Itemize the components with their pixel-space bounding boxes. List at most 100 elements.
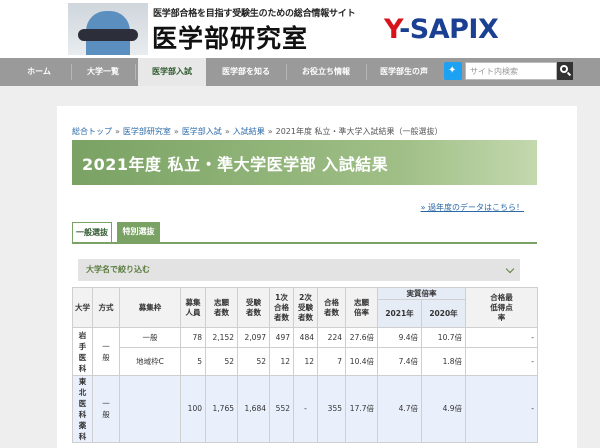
site-tagline: 医学部合格を目指す受験生のための総合情報サイト: [153, 9, 356, 19]
nav-item-student-voices[interactable]: 医学部生の声: [368, 58, 440, 86]
cell-second-examinees: 484: [293, 327, 318, 348]
cell-frame: [119, 375, 181, 443]
header-examinees-text: 受験者数: [246, 297, 261, 317]
cell-passers: 224: [317, 327, 346, 348]
search-button[interactable]: [557, 62, 573, 80]
cell-examinees: 2,097: [237, 327, 270, 348]
header-capacity: 募集人員: [180, 287, 206, 328]
cell-ratio-2020: 4.9倍: [421, 375, 466, 443]
header-passers-text: 合格者数: [324, 297, 339, 317]
header-min-score-text: 合格最低得点率: [490, 292, 513, 322]
nav-item-university-list[interactable]: 大学一覧: [72, 58, 134, 86]
cell-first-pass: 552: [269, 375, 294, 443]
cell-min-score: -: [465, 375, 538, 443]
header-year-2020: 2020年: [421, 299, 466, 328]
nav-item-about-med[interactable]: 医学部を知る: [210, 58, 282, 86]
header-year-2021: 2021年: [377, 299, 422, 328]
brand-prefix: Y: [384, 14, 400, 45]
cell-second-examinees: -: [293, 375, 318, 443]
cell-ratio-2020: 1.8倍: [421, 347, 466, 376]
cell-application-ratio: 27.6倍: [345, 327, 378, 348]
page-title: 2021年度 私立・準大学医学部 入試結果: [82, 155, 389, 174]
cell-ratio-2021: 4.7倍: [377, 375, 422, 443]
search-icon-handle: [566, 71, 572, 77]
past-data-link[interactable]: » 過年度のデータはこちら！: [421, 202, 524, 213]
cell-university: 東北医科薬科: [72, 375, 93, 443]
breadcrumb-link-lab[interactable]: 医学部研究室: [123, 127, 171, 136]
header-university: 大学: [72, 287, 93, 328]
hero-photo: [68, 3, 148, 55]
cell-ratio-2021: 7.4倍: [377, 347, 422, 376]
twitter-button[interactable]: ✦: [444, 62, 462, 80]
university-name: 東北医科薬科: [78, 377, 87, 441]
tab-general[interactable]: 一般選抜: [72, 222, 112, 243]
nav-divider: [135, 64, 136, 80]
cell-ratio-2020: 10.7倍: [421, 327, 466, 348]
header-applicants: 志願者数: [205, 287, 238, 328]
nav-item-admissions[interactable]: 医学部入試: [138, 58, 206, 86]
cell-capacity: 78: [180, 327, 206, 348]
breadcrumb-separator: »: [267, 127, 273, 136]
results-table: 大学 方式 募集枠 募集人員 志願者数 受験者数 1次合格者数 2次受験者数 合…: [72, 287, 538, 443]
table-row: 地域枠C 5 52 52 12 12 7 10.4倍 7.4倍 1.8倍 -: [73, 347, 538, 376]
header-quota-frame: 募集枠: [119, 287, 181, 328]
header-min-score: 合格最低得点率: [465, 287, 538, 328]
header-application-ratio-text: 志願倍率: [354, 297, 369, 317]
breadcrumb-link-results[interactable]: 入試結果: [233, 127, 265, 136]
university-name: 岩手医科: [78, 330, 87, 373]
site-header: 医学部合格を目指す受験生のための総合情報サイト 医学部研究室 Y-SAPIX: [0, 0, 600, 58]
cell-application-ratio: 10.4倍: [345, 347, 378, 376]
cell-frame: 一般: [119, 327, 181, 348]
brand-logo[interactable]: Y-SAPIX: [384, 14, 499, 45]
cell-capacity: 100: [180, 375, 206, 443]
filter-label: 大学名で絞り込む: [86, 265, 150, 274]
header-first-pass: 1次合格者数: [269, 287, 294, 328]
breadcrumb-separator: »: [224, 127, 230, 136]
header-second-examinees: 2次受験者数: [293, 287, 318, 328]
university-filter-toggle[interactable]: 大学名で絞り込む: [78, 259, 520, 281]
cell-applicants: 2,152: [205, 327, 238, 348]
page-title-bar: 2021年度 私立・準大学医学部 入試結果: [72, 140, 537, 185]
header-second-examinees-text: 2次受験者数: [298, 292, 313, 322]
cell-first-pass: 12: [269, 347, 294, 376]
cell-method: 一般: [92, 327, 120, 376]
cell-application-ratio: 17.7倍: [345, 375, 378, 443]
cell-applicants: 52: [205, 347, 238, 376]
doctor-arms-shape: [78, 29, 138, 41]
cell-min-score: -: [465, 327, 538, 348]
chevron-down-icon: [505, 264, 515, 274]
header-applicants-text: 志願者数: [214, 297, 229, 317]
site-search-input[interactable]: [465, 62, 557, 80]
header-examinees: 受験者数: [237, 287, 270, 328]
cell-university: 岩手医科: [72, 327, 93, 376]
breadcrumb: 総合トップ» 医学部研究室» 医学部入試» 入試結果» 2021年度 私立・準大学入試結…: [72, 126, 443, 137]
cell-second-examinees: 12: [293, 347, 318, 376]
nav-divider: [366, 64, 367, 80]
breadcrumb-link-admissions[interactable]: 医学部入試: [182, 127, 222, 136]
breadcrumb-separator: »: [173, 127, 179, 136]
header-method: 方式: [92, 287, 120, 328]
table-row: 東北医科薬科 一般 100 1,765 1,684 552 - 355 17.7…: [72, 375, 538, 443]
cell-capacity: 5: [180, 347, 206, 376]
method-name: 一般: [102, 341, 110, 362]
cell-passers: 355: [317, 375, 346, 443]
cell-method: 一般: [92, 375, 120, 443]
brand-suffix: -SAPIX: [399, 14, 499, 45]
header-first-pass-text: 1次合格者数: [274, 292, 289, 322]
header-capacity-text: 募集人員: [185, 297, 201, 317]
header-application-ratio: 志願倍率: [345, 287, 378, 328]
nav-divider: [286, 64, 287, 80]
cell-frame: 地域枠C: [119, 347, 181, 376]
nav-item-home[interactable]: ホーム: [8, 58, 70, 86]
breadcrumb-link-top[interactable]: 総合トップ: [72, 127, 112, 136]
tab-special[interactable]: 特別選抜: [117, 222, 160, 243]
cell-min-score: -: [465, 347, 538, 376]
nav-item-useful-info[interactable]: お役立ち情報: [290, 58, 362, 86]
method-name: 一般: [102, 399, 110, 419]
table-row: 岩手医科 一般 一般 78 2,152 2,097 497 484 224 27…: [72, 327, 538, 376]
cell-first-pass: 497: [269, 327, 294, 348]
tab-underline: [72, 242, 537, 244]
cell-ratio-2021: 9.4倍: [377, 327, 422, 348]
breadcrumb-separator: »: [115, 127, 120, 136]
site-logo-title[interactable]: 医学部研究室: [152, 19, 308, 55]
